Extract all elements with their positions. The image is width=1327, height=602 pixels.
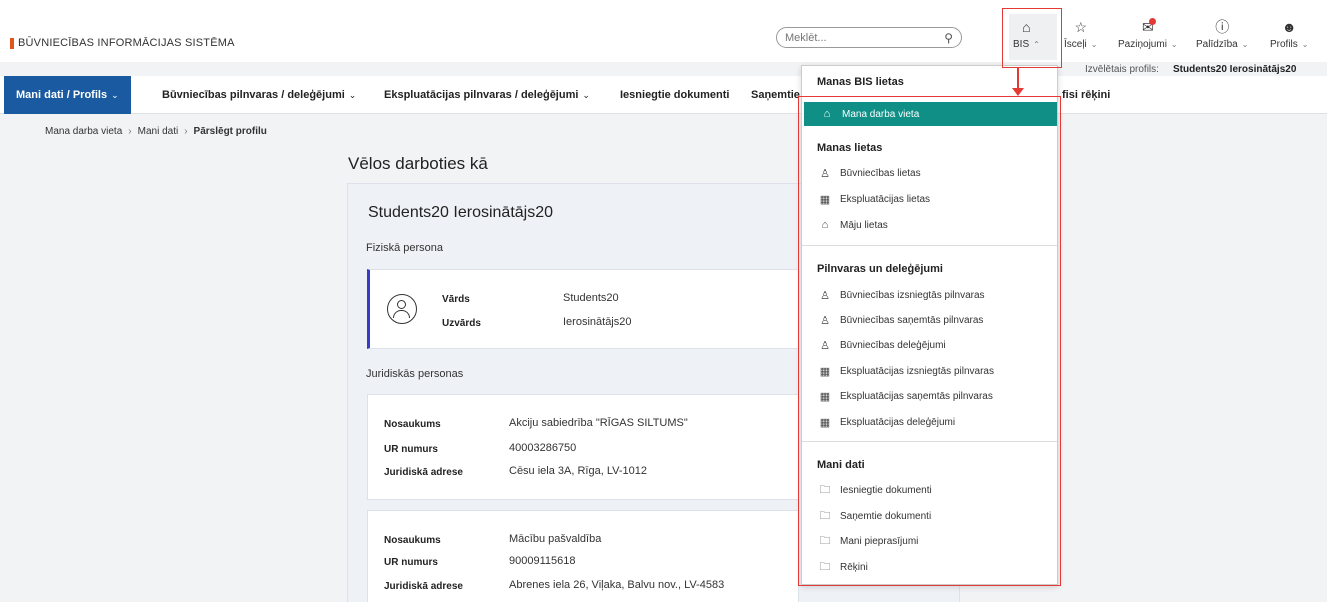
org-address-label: Juridiskā adrese: [384, 581, 463, 592]
nav-construction-authorizations-label: Būvniecības pilnvaras / deleģējumi: [162, 89, 345, 101]
topnav-shortcuts[interactable]: ☆ Īsceļi ⌄: [1064, 18, 1098, 50]
topnav-help[interactable]: ⓘ Palīdzība ⌄: [1196, 18, 1248, 50]
surname-label: Uzvārds: [442, 318, 481, 329]
surname-value: Ierosinātājs20: [563, 316, 632, 328]
search-icon[interactable]: ⚲: [944, 31, 953, 45]
legal-person-card[interactable]: Nosaukums Akciju sabiedrība "RĪGAS SILTU…: [367, 394, 799, 500]
chevron-down-icon: ⌄: [1241, 40, 1249, 49]
org-address-value: Abrenes iela 26, Viļaka, Balvu nov., LV-…: [509, 579, 725, 591]
brand-logo[interactable]: BŪVNIECĪBAS INFORMĀCIJAS SISTĒMA: [10, 37, 235, 49]
breadcrumb: Mana darba vieta › Mani dati › Pārslēgt prof…: [45, 126, 267, 137]
nav-received-documents[interactable]: Saņemtie: [751, 76, 800, 114]
help-icon: ⓘ: [1215, 19, 1230, 35]
org-name-label: Nosaukums: [384, 419, 441, 430]
nav-my-data-label: Mani dati / Profils: [16, 89, 108, 101]
nav-invoices[interactable]: fisi rēķini: [1062, 76, 1110, 114]
nav-submitted-documents[interactable]: Iesniegtie dokumenti: [620, 76, 729, 114]
org-reg-label: UR numurs: [384, 557, 438, 568]
chevron-down-icon: ⌄: [111, 90, 119, 100]
first-name-label: Vārds: [442, 294, 470, 305]
topnav-notifications[interactable]: ✉ Paziņojumi ⌄: [1118, 18, 1178, 50]
breadcrumb-my-data[interactable]: Mani dati: [138, 126, 179, 137]
topnav-notifications-label: Paziņojumi: [1118, 39, 1167, 50]
topnav-help-label: Palīdzība: [1196, 39, 1238, 50]
nav-operation-authorizations-label: Ekspluatācijas pilnvaras / deleģējumi: [384, 89, 579, 101]
org-name-value: Mācību pašvaldība: [509, 533, 602, 545]
breadcrumb-workspace[interactable]: Mana darba vieta: [45, 126, 122, 137]
star-icon: ☆: [1074, 19, 1088, 35]
nav-received-documents-label: Saņemtie: [751, 89, 800, 101]
selected-profile-value: Students20 Ierosinātājs20: [1173, 64, 1297, 75]
user-avatar-icon: [387, 294, 417, 324]
topnav-profile[interactable]: ☻ Profils ⌄: [1270, 18, 1309, 50]
brand-title: BŪVNIECĪBAS INFORMĀCIJAS SISTĒMA: [18, 37, 235, 49]
chevron-right-icon: ›: [128, 126, 132, 137]
top-header: BŪVNIECĪBAS INFORMĀCIJAS SISTĒMA ⚲ ⌂ BIS…: [0, 0, 1327, 62]
annotation-menu-highlight: [798, 96, 1061, 586]
search-box: ⚲: [776, 27, 962, 48]
legal-persons-label: Juridiskās personas: [366, 368, 464, 380]
nav-invoices-label: fisi rēķini: [1062, 89, 1111, 101]
org-address-label: Juridiskā adrese: [384, 467, 463, 478]
org-reg-value: 90009115618: [509, 555, 576, 567]
search-input[interactable]: [785, 31, 945, 44]
topnav-shortcuts-label: Īsceļi: [1064, 39, 1087, 50]
topnav-profile-label: Profils: [1270, 39, 1298, 50]
page-title: Vēlos darboties kā: [348, 154, 488, 173]
chevron-down-icon: ⌄: [1301, 40, 1309, 49]
org-name-value: Akciju sabiedrība "RĪGAS SILTUMS": [509, 417, 688, 429]
chevron-down-icon: ⌄: [1170, 40, 1178, 49]
person-name-heading: Students20 Ierosinātājs20: [368, 204, 554, 221]
chevron-down-icon: ⌄: [1090, 40, 1098, 49]
nav-submitted-documents-label: Iesniegtie dokumenti: [620, 89, 730, 101]
org-name-label: Nosaukums: [384, 535, 441, 546]
physical-person-card[interactable]: Vārds Students20 Uzvārds Ierosinātājs20: [367, 269, 799, 349]
main-navigation: Mani dati / Profils ⌄ Būvniecības pilnvar…: [0, 76, 1327, 114]
org-reg-value: 40003286750: [509, 442, 577, 454]
chevron-down-icon: ⌄: [348, 90, 357, 100]
nav-operation-authorizations[interactable]: Ekspluatācijas pilnvaras / deleģējumi ⌄: [384, 76, 590, 114]
chevron-down-icon: ⌄: [582, 90, 590, 100]
user-icon: ☻: [1281, 19, 1297, 35]
breadcrumb-current: Pārslēgt profilu: [193, 126, 267, 137]
annotation-arrow-head: [1012, 88, 1024, 96]
nav-my-data[interactable]: Mani dati / Profils ⌄: [4, 76, 131, 114]
dropdown-title: Manas BIS lietas: [817, 76, 904, 88]
nav-construction-authorizations[interactable]: Būvniecības pilnvaras / deleģējumi ⌄: [162, 76, 356, 114]
annotation-highlight-box: [1002, 8, 1062, 68]
annotation-arrow-line: [1017, 68, 1019, 90]
physical-person-label: Fiziskā persona: [366, 242, 444, 254]
org-address-value: Cēsu iela 3A, Rīga, LV-1012: [509, 465, 647, 477]
org-reg-label: UR numurs: [384, 444, 438, 455]
first-name-value: Students20: [563, 292, 619, 304]
brand-mark-icon: [10, 37, 14, 49]
selected-profile-label: Izvēlētais profils:: [1085, 64, 1159, 75]
legal-person-card[interactable]: Nosaukums Mācību pašvaldība UR numurs 90…: [367, 510, 799, 602]
chevron-right-icon: ›: [184, 126, 188, 137]
selected-profile-bar: Izvēlētais profils: Students20 Ierosināt…: [0, 62, 1327, 76]
notification-dot: [1149, 18, 1156, 25]
